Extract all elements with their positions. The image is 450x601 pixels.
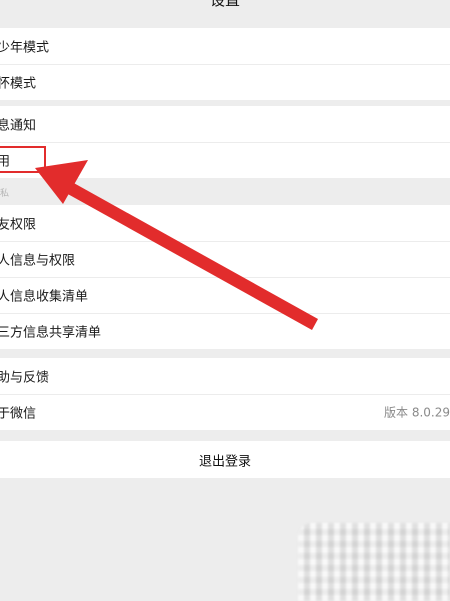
settings-item-label: 三方信息共享清单 [0, 325, 102, 341]
settings-item-label: 人信息与权限 [0, 253, 76, 269]
version-value: 版本 8.0.29 [384, 405, 450, 420]
logout-group: 退出登录 [0, 441, 450, 478]
settings-group-about: 助与反馈 于微信 版本 8.0.29 [0, 358, 450, 430]
settings-item-label: 人信息收集清单 [0, 289, 89, 305]
settings-item-notifications[interactable]: 息通知 [0, 106, 450, 142]
settings-group-privacy: 友权限 人信息与权限 人信息收集清单 三方信息共享清单 [0, 205, 450, 349]
settings-item-friend-permissions[interactable]: 友权限 [0, 205, 450, 241]
settings-group-general: 息通知 用 [0, 106, 450, 178]
settings-item-label: 怀模式 [0, 76, 37, 92]
settings-item-teen-mode[interactable]: 少年模式 [0, 28, 450, 64]
settings-group-modes: 少年模式 怀模式 [0, 28, 450, 100]
settings-item-label: 友权限 [0, 217, 37, 233]
settings-item-personal-info[interactable]: 人信息与权限 [0, 241, 450, 277]
settings-item-third-party-sharing[interactable]: 三方信息共享清单 [0, 313, 450, 349]
settings-item-about-wechat[interactable]: 于微信 版本 8.0.29 [0, 394, 450, 430]
logout-button[interactable]: 退出登录 [0, 450, 450, 469]
section-header-privacy: 私 [0, 189, 10, 199]
settings-item-info-collection[interactable]: 人信息收集清单 [0, 277, 450, 313]
highlight-box [0, 146, 46, 173]
settings-item-label: 助与反馈 [0, 370, 50, 386]
blur-patch [298, 523, 450, 601]
page-title: 设置 [209, 0, 240, 9]
settings-item-label: 于微信 [0, 406, 37, 422]
settings-item-help-feedback[interactable]: 助与反馈 [0, 358, 450, 394]
settings-item-care-mode[interactable]: 怀模式 [0, 64, 450, 100]
settings-item-general[interactable]: 用 [0, 142, 450, 178]
settings-item-label: 少年模式 [0, 40, 50, 56]
settings-item-label: 息通知 [0, 118, 37, 134]
